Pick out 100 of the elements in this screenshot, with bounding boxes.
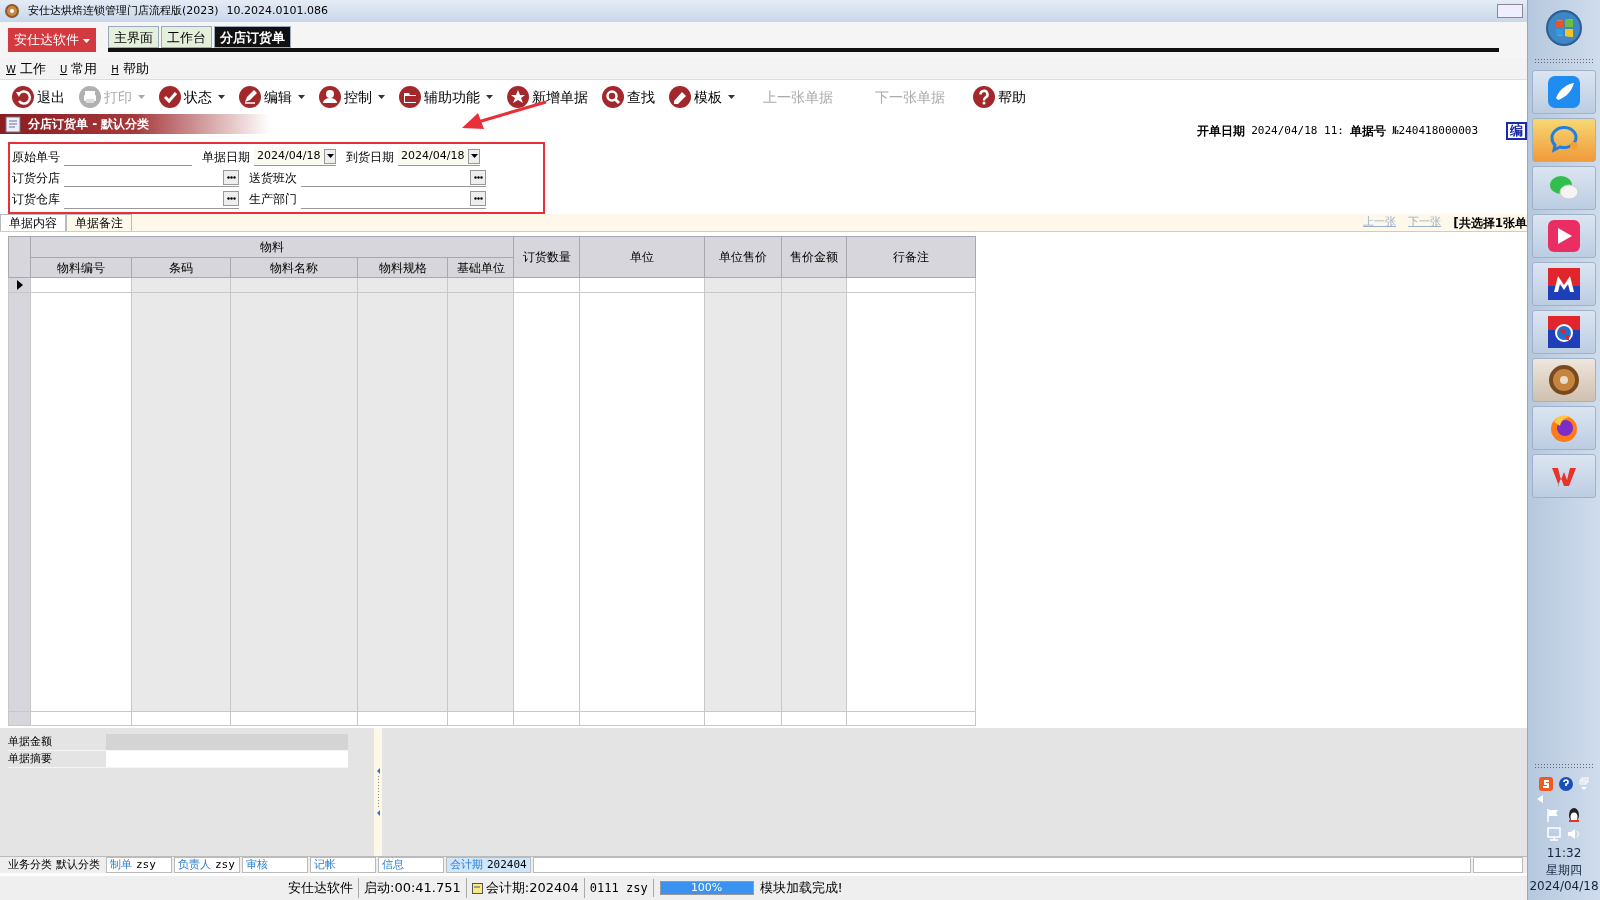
status-field[interactable]: 审核	[242, 857, 308, 873]
uptime-text: 启动:00:41.751	[359, 878, 467, 898]
menu-item[interactable]: U 常用	[59, 58, 98, 79]
toolbar-button[interactable]: 退出	[8, 86, 69, 108]
caret-icon	[470, 154, 478, 159]
start-orb-icon[interactable]	[1544, 8, 1584, 48]
pencil-icon	[669, 86, 691, 108]
help-icon	[973, 86, 995, 108]
folder-icon	[399, 86, 421, 108]
field-label: 送货班次	[249, 170, 297, 187]
date-value: 2024/04/18	[401, 147, 465, 164]
column-header[interactable]: 单位售价	[704, 236, 782, 278]
dropdown-button[interactable]	[468, 148, 480, 164]
progress-text: 100%	[689, 880, 724, 896]
donut-icon	[4, 3, 20, 19]
field-label: 生产部门	[249, 191, 297, 209]
toolbar-button[interactable]: 编辑	[235, 86, 309, 108]
table-cell[interactable]	[30, 277, 132, 293]
flag-icon[interactable]	[1546, 808, 1560, 823]
status-field[interactable]: 会计期 202404	[446, 857, 531, 873]
toolbar-button[interactable]: 帮助	[969, 86, 1030, 108]
version-text: 10.2024.0101.086	[226, 2, 329, 19]
app-menu-button[interactable]: 安仕达软件	[8, 28, 97, 52]
tab[interactable]: 单据备注	[66, 214, 132, 231]
tab[interactable]: 分店订货单	[214, 26, 292, 48]
tab[interactable]: 单据内容	[0, 214, 66, 231]
window-title: 安仕达烘焙连锁管理门店流程版(2023)	[28, 2, 219, 19]
column-header[interactable]: 订货数量	[513, 236, 580, 278]
input-method-icon[interactable]	[1539, 777, 1553, 792]
lookup-field[interactable]	[64, 189, 239, 209]
toolbar-button[interactable]: 状态	[155, 86, 229, 108]
restore-icon[interactable]	[1579, 777, 1589, 792]
more-icon	[226, 197, 236, 201]
status-value: zsy	[136, 856, 156, 873]
caret-icon	[326, 154, 334, 159]
column-group-header: 物料	[30, 236, 514, 258]
play-icon	[1548, 220, 1580, 252]
browse-button[interactable]	[470, 191, 486, 207]
selection-summary: [共选择1张单	[1453, 214, 1527, 232]
toolbar-button[interactable]: 模板	[665, 86, 739, 108]
taskbar-button[interactable]	[1532, 358, 1596, 402]
browse-button[interactable]	[470, 170, 486, 185]
column-header[interactable]: 行备注	[846, 236, 976, 278]
summary-field[interactable]	[106, 751, 348, 767]
status-field[interactable]: 记帐	[310, 857, 376, 873]
pencil-icon	[239, 86, 261, 108]
info-value: 2024/04/18 11:	[1251, 122, 1344, 139]
more-icon	[473, 197, 483, 201]
lookup-field[interactable]	[301, 168, 486, 188]
toolbar-button[interactable]: 新增单据	[503, 86, 592, 108]
field-label: 到货日期	[346, 148, 394, 166]
table-cell[interactable]	[579, 277, 705, 293]
date-field[interactable]: 2024/04/18	[398, 147, 480, 167]
dropdown-button[interactable]	[324, 148, 336, 164]
arrow-icon[interactable]	[1537, 795, 1544, 804]
lookup-field[interactable]	[301, 189, 486, 209]
column-header[interactable]: 单位	[579, 236, 705, 278]
field-label: 单据日期	[202, 148, 250, 166]
tab[interactable]: 主界面	[108, 26, 160, 48]
status-value: 默认分类	[56, 856, 100, 873]
feather-icon	[1548, 76, 1580, 108]
field-label: 订货仓库	[12, 191, 60, 209]
table-cell[interactable]	[846, 277, 976, 293]
splitter-arrows-icon	[375, 768, 381, 816]
toolbar-button[interactable]: 辅助功能	[395, 86, 497, 108]
minimize-button[interactable]	[1497, 4, 1523, 18]
taskbar-button[interactable]	[1532, 310, 1596, 354]
status-field[interactable]: 信息	[378, 857, 444, 873]
more-icon	[473, 176, 483, 179]
status-label: 信息	[382, 856, 404, 873]
penguin-icon[interactable]	[1566, 807, 1582, 824]
taskbar-button[interactable]	[1532, 214, 1596, 258]
help-icon[interactable]	[1559, 777, 1573, 792]
status-message: 模块加载完成!	[759, 879, 843, 898]
document-icon	[4, 115, 22, 133]
column-header[interactable]: 售价金额	[781, 236, 847, 278]
taskbar-button[interactable]	[1532, 406, 1596, 450]
menu-item[interactable]: H 帮助	[111, 58, 149, 79]
toolbar-button[interactable]: 查找	[598, 86, 659, 108]
date-field[interactable]: 2024/04/18	[254, 147, 336, 167]
status-field[interactable]: 负责人 zsy	[174, 857, 240, 873]
more-icon	[226, 176, 236, 179]
status-label: 业务分类	[8, 856, 52, 873]
speaker-icon[interactable]	[1567, 827, 1581, 842]
lookup-field[interactable]	[64, 168, 239, 188]
table-cell[interactable]	[513, 277, 580, 293]
field-label: 订货分店	[12, 170, 60, 187]
splitter-handle[interactable]	[374, 728, 382, 856]
menu-item[interactable]: W 工作	[6, 58, 46, 79]
browse-button[interactable]	[223, 170, 239, 185]
browse-button[interactable]	[223, 191, 239, 207]
tab[interactable]: 工作台	[161, 26, 213, 48]
status-field[interactable]: 制单 zsy	[106, 857, 172, 873]
number-button[interactable]: 编	[1506, 121, 1527, 141]
taskbar-button[interactable]	[1532, 262, 1596, 306]
status-label: 负责人	[178, 856, 211, 873]
caret-icon	[83, 38, 91, 43]
network-icon[interactable]	[1547, 827, 1561, 842]
toolbar-button[interactable]: 控制	[315, 86, 389, 108]
status-label: 会计期	[450, 856, 483, 873]
